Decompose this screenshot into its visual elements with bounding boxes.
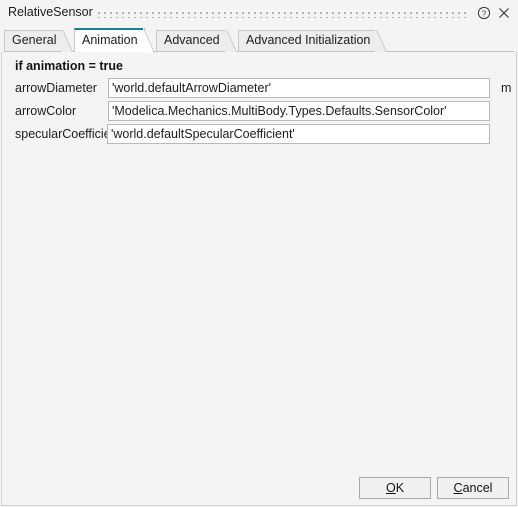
arrowdiameter-label: arrowDiameter xyxy=(15,81,97,95)
tab-advanced-label: Advanced xyxy=(164,33,220,47)
close-icon[interactable] xyxy=(496,5,512,21)
ok-accel: O xyxy=(385,481,396,495)
cancel-suffix: ancel xyxy=(462,481,493,495)
cancel-accel: C xyxy=(453,481,463,495)
drag-grip[interactable] xyxy=(96,10,467,18)
title-bar: RelativeSensor ? xyxy=(0,0,518,26)
tab-advanced-initialization-label: Advanced Initialization xyxy=(246,33,371,47)
tab-content-animation: if animation = true arrowDiameter m arro… xyxy=(1,52,517,506)
specularcoefficient-input[interactable] xyxy=(107,124,490,144)
tab-edge xyxy=(375,30,387,52)
tab-edge xyxy=(225,30,237,52)
tab-animation-label: Animation xyxy=(82,33,138,47)
arrowcolor-input[interactable] xyxy=(108,101,490,121)
ok-button[interactable]: OK xyxy=(359,477,431,499)
tab-advanced[interactable]: Advanced xyxy=(156,30,227,51)
ok-button-label: OK xyxy=(386,481,404,495)
tab-animation[interactable]: Animation xyxy=(74,28,145,52)
svg-text:?: ? xyxy=(482,9,487,18)
dialog-window: RelativeSensor ? General Animation Advan… xyxy=(0,0,518,507)
arrowdiameter-input[interactable] xyxy=(108,78,490,98)
tab-advanced-initialization[interactable]: Advanced Initialization xyxy=(238,30,377,51)
specularcoefficient-label: specularCoefficient xyxy=(15,127,122,141)
table-row: specularCoefficient xyxy=(2,124,518,145)
ok-suffix: K xyxy=(395,481,405,495)
group-heading: if animation = true xyxy=(15,59,124,73)
tab-general[interactable]: General xyxy=(4,30,63,51)
arrowdiameter-unit: m xyxy=(501,81,512,95)
table-row: arrowColor xyxy=(2,101,518,122)
arrowcolor-label: arrowColor xyxy=(15,104,77,118)
tab-bar: General Animation Advanced Advanced Init… xyxy=(0,27,518,52)
tab-general-label: General xyxy=(12,33,57,47)
window-title: RelativeSensor xyxy=(8,5,93,19)
cancel-button[interactable]: Cancel xyxy=(437,477,509,499)
cancel-button-label: Cancel xyxy=(454,481,493,495)
tab-edge xyxy=(143,28,155,53)
help-icon[interactable]: ? xyxy=(476,5,492,21)
tab-edge xyxy=(61,30,73,52)
table-row: arrowDiameter m xyxy=(2,78,518,99)
